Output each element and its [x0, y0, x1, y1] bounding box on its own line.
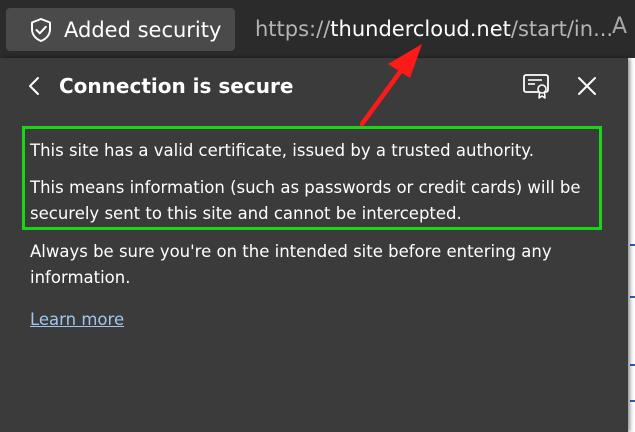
chevron-left-icon[interactable] [24, 75, 46, 97]
page-mark [630, 364, 635, 366]
page-mark [630, 400, 635, 402]
advice-text: Always be sure you're on the intended si… [30, 242, 552, 287]
url-host: thundercloud.net [330, 17, 511, 41]
url-prefix: https:// [255, 17, 331, 41]
secure-transfer-text: This means information (such as password… [30, 178, 581, 223]
page-content-edge [628, 58, 635, 432]
page-mark [630, 296, 635, 298]
site-info-popup: Connection is secure This site has a val… [0, 58, 628, 432]
security-label: Added security [64, 18, 222, 42]
learn-more-link[interactable]: Learn more [30, 308, 124, 332]
page-mark [630, 244, 635, 246]
popup-title: Connection is secure [59, 74, 294, 98]
valid-certificate-text: This site has a valid certificate, issue… [30, 141, 534, 160]
read-aloud-icon[interactable]: A [612, 14, 627, 39]
url-field[interactable]: https://thundercloud.net/start/in... [255, 16, 613, 42]
security-indicator-button[interactable]: Added security [6, 8, 235, 51]
shield-check-icon [31, 18, 51, 42]
address-bar: Added security https://thundercloud.net/… [0, 0, 635, 58]
url-path: /start/in... [510, 17, 614, 41]
close-icon[interactable] [576, 75, 598, 97]
certificate-icon[interactable] [522, 72, 552, 100]
